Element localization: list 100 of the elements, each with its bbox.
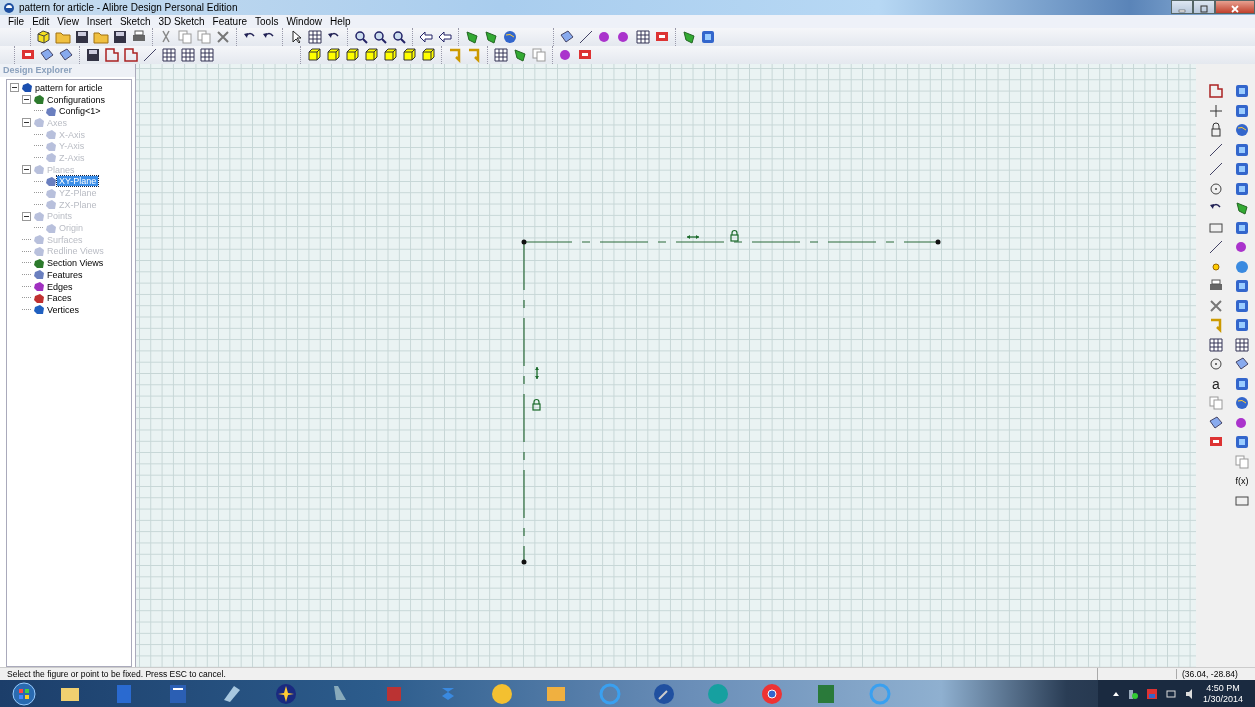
tree-item[interactable]: Vertices [45,304,81,315]
block-icon[interactable] [1233,82,1251,100]
node-icon [33,245,45,257]
menu-item[interactable]: View [53,16,83,27]
tree-item[interactable]: Faces [45,293,74,304]
expander[interactable] [10,83,19,93]
grid-icon[interactable] [1233,335,1251,354]
clock-time: 4:50 PM [1206,682,1240,694]
grid-icon[interactable] [492,46,510,64]
endpoint-dot[interactable] [521,239,527,245]
node-icon [33,304,45,316]
magnifier-icon[interactable] [390,28,408,46]
box-icon[interactable] [400,46,418,64]
restore-button[interactable] [1193,0,1215,14]
node-icon [45,129,57,141]
endpoint-dot[interactable] [935,239,941,245]
panel-title: Design Explorer [0,64,135,77]
status-message: Select the figure or point to be fixed. Press ESC to cancel. [6,669,227,679]
sketch-icon[interactable] [122,46,140,64]
menu-item[interactable]: 3D Sketch [154,16,209,27]
node-icon [33,292,45,304]
block-icon[interactable] [1233,433,1251,451]
line-icon[interactable] [1207,238,1225,256]
grid-icon[interactable] [179,46,197,64]
expander[interactable] [22,95,31,105]
grid-icon[interactable] [634,28,652,46]
grid-icon[interactable] [306,28,324,46]
node-icon [33,269,45,281]
node-icon [33,257,45,269]
function-tool-button[interactable]: f(x) [1235,472,1249,490]
text-tool-button[interactable]: a [1212,374,1220,393]
clock-date: 1/30/2014 [1202,693,1243,705]
menu-item[interactable]: Help [326,16,355,27]
node-icon [33,234,45,246]
node-icon [45,222,57,234]
tree-item[interactable]: Section Views [45,258,106,269]
restore-icon [1199,5,1209,13]
magnifier-icon[interactable] [371,28,389,46]
node-icon [45,175,57,187]
box-icon[interactable] [343,46,361,64]
tree-item[interactable]: Edges [45,281,75,292]
node-icon [33,164,45,176]
clock[interactable]: 4:50 PM 1/30/2014 [1202,682,1243,705]
block-icon[interactable] [1233,277,1251,295]
node-icon [45,187,57,199]
tree-item[interactable]: Configurations [45,94,108,105]
line-icon[interactable] [141,46,159,64]
lock-icon[interactable] [532,398,541,411]
line-icon[interactable] [1207,160,1225,178]
tree-item[interactable]: Features [45,269,85,280]
node-icon [45,105,57,117]
grid-icon[interactable] [160,46,178,64]
app-icon [3,1,15,14]
node-icon [33,210,45,222]
endpoint-dot[interactable] [521,559,527,565]
close-button[interactable] [1215,0,1255,14]
menu-item[interactable]: File [4,16,29,27]
menu-item[interactable]: Window [282,16,326,27]
menu-item[interactable]: Tools [251,16,283,27]
window-title: pattern for article - Alibre Design Personal Edition [19,2,238,13]
cube-icon[interactable] [35,28,53,46]
vertical-constraint-icon[interactable] [535,366,539,380]
block-icon[interactable] [1233,160,1251,178]
tray-app-icon[interactable] [1145,687,1158,700]
node-icon [45,152,57,164]
globe-icon[interactable] [1233,121,1251,139]
node-icon [21,82,33,94]
node-icon [45,140,57,152]
menu-item[interactable]: Edit [28,16,54,27]
menu-item[interactable]: Insert [82,16,116,27]
box-icon[interactable] [362,46,380,64]
globe-icon[interactable] [501,28,519,46]
line-icon[interactable] [577,28,595,46]
tree-item[interactable]: Config<1> [57,106,103,117]
globe-icon[interactable] [1233,394,1251,412]
box-icon[interactable] [324,46,342,64]
display-icon[interactable] [1164,687,1177,700]
box-icon[interactable] [381,46,399,64]
block-icon[interactable] [699,28,717,46]
minimize-button[interactable] [1171,0,1193,14]
grid-icon[interactable] [1207,335,1225,354]
grid-icon[interactable] [198,46,216,64]
magnifier-icon[interactable] [352,28,370,46]
network-icon[interactable] [1126,687,1139,700]
node-icon [33,94,45,106]
menu-item[interactable]: Sketch [115,16,155,27]
menu-item[interactable]: Feature [208,16,252,27]
block-icon[interactable] [1233,316,1251,334]
close-icon [1230,5,1240,13]
sketch-icon[interactable] [1207,82,1225,100]
tree-item[interactable]: pattern for article [33,82,105,93]
sketch-icon[interactable] [103,46,121,64]
circle-icon[interactable] [1207,355,1225,373]
node-icon [33,117,45,129]
node-icon [45,199,57,211]
box-icon[interactable] [305,46,323,64]
windows-logo-icon [12,681,36,706]
box-icon[interactable] [419,46,437,64]
horizontal-constraint-icon[interactable] [686,235,700,239]
lock-icon[interactable] [730,229,739,242]
